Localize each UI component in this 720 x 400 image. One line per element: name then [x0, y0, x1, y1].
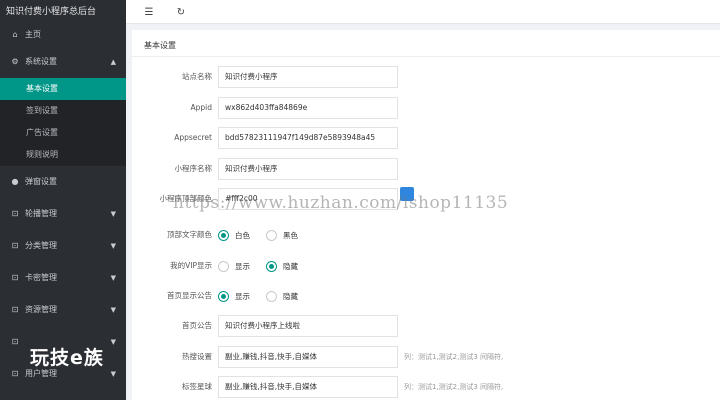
appid-input[interactable]: wx862d403ffa84869e [218, 97, 398, 119]
field-home-notice: 首页公告 知识付费小程序上线啦 [132, 315, 720, 337]
sidebar-item-label: 弹窗设置 [25, 177, 57, 186]
sidebar-item-carousel[interactable]: ⊡ 轮播管理 ▼ [0, 198, 126, 230]
submenu-system-settings: 基本设置 签到设置 广告设置 规则说明 [0, 78, 126, 166]
field-hot-search: 热搜设置 副业,赚钱,抖音,快手,自媒体 列：测试1,测试2,测试3 间隔符, [132, 346, 720, 368]
sidebar: 知识付费小程序总后台 ⌂ 主页 ⚙ 系统设置 ▲ 基本设置 签到设置 广告设置 … [0, 0, 126, 400]
radio-label: 白色 [235, 230, 250, 240]
watermark-logo: 玩技e族 [30, 347, 104, 369]
gear-icon: ⚙ [11, 57, 19, 66]
top-text-color-radio-group: 白色 黑色 [218, 224, 314, 246]
field-label: 首页公告 [182, 321, 212, 330]
chart-icon: ⊡ [11, 305, 19, 314]
radio-hide[interactable]: 隐藏 [266, 290, 298, 302]
radio-dot [266, 260, 277, 272]
sidebar-item-label: 分类管理 [25, 241, 57, 250]
radio-white[interactable]: 白色 [218, 229, 250, 241]
field-hint: 列：测试1,测试2,测试3 间隔符, [404, 383, 504, 391]
radio-label: 隐藏 [283, 261, 298, 271]
radio-dot [266, 290, 277, 302]
sidebar-subitem-checkin-settings[interactable]: 签到设置 [0, 100, 126, 122]
watermark-text: https://www.huzhan.com/ishop11135 [173, 193, 509, 213]
field-vip-display: 我的VIP显示 显示 隐藏 [132, 255, 720, 277]
chart-icon: ⊡ [11, 337, 19, 346]
sidebar-item-label: 主页 [25, 30, 41, 39]
radio-dot [218, 290, 229, 302]
sidebar-item-label: 轮播管理 [25, 209, 57, 218]
chart-icon: ⊡ [11, 209, 19, 218]
radio-dot [218, 260, 229, 272]
settings-panel: 基本设置 站点名称 知识付费小程序 Appid wx862d403ffa8486… [132, 30, 720, 400]
field-label: 我的VIP显示 [170, 261, 212, 270]
field-mini-name: 小程序名称 知识付费小程序 [132, 158, 720, 180]
radio-label: 黑色 [283, 230, 298, 240]
divider [132, 56, 720, 57]
mini-name-input[interactable]: 知识付费小程序 [218, 158, 398, 180]
field-tag-cloud: 标签星球 副业,赚钱,抖音,快手,自媒体 列：测试1,测试2,测试3 间隔符, [132, 376, 720, 398]
home-notice-display-radio-group: 显示 隐藏 [218, 285, 314, 307]
sidebar-item-category[interactable]: ⊡ 分类管理 ▼ [0, 230, 126, 262]
sidebar-subitem-basic-settings[interactable]: 基本设置 [0, 78, 126, 100]
menu-toggle-icon[interactable]: ☰ [142, 5, 156, 19]
sidebar-item-card-keys[interactable]: ⊡ 卡密管理 ▼ [0, 262, 126, 294]
field-top-text-color: 顶部文字颜色 白色 黑色 [132, 224, 720, 246]
chevron-down-icon: ▼ [110, 274, 116, 282]
sidebar-item-system-settings[interactable]: ⚙ 系统设置 ▲ [0, 46, 126, 78]
sidebar-item-label: 卡密管理 [25, 273, 57, 282]
radio-black[interactable]: 黑色 [266, 229, 298, 241]
radio-label: 隐藏 [283, 291, 298, 301]
field-label: Appid [190, 103, 213, 112]
field-label: 顶部文字颜色 [167, 230, 212, 239]
radio-dot [218, 229, 229, 241]
chart-icon: ⊡ [11, 273, 19, 282]
radio-show[interactable]: 显示 [218, 260, 250, 272]
field-home-notice-display: 首页显示公告 显示 隐藏 [132, 285, 720, 307]
sidebar-item-label: 系统设置 [25, 57, 57, 66]
chart-icon: ⊡ [11, 369, 19, 378]
chevron-down-icon: ▼ [110, 338, 116, 346]
dot-icon: ● [11, 177, 19, 186]
sidebar-item-resources[interactable]: ⊡ 资源管理 ▼ [0, 294, 126, 326]
field-appid: Appid wx862d403ffa84869e [132, 97, 720, 119]
field-site-name: 站点名称 知识付费小程序 [132, 66, 720, 88]
radio-label: 显示 [235, 291, 250, 301]
site-name-input[interactable]: 知识付费小程序 [218, 66, 398, 88]
sidebar-subitem-rules[interactable]: 规则说明 [0, 144, 126, 166]
home-notice-input[interactable]: 知识付费小程序上线啦 [218, 315, 398, 337]
chart-icon: ⊡ [11, 241, 19, 250]
field-label: 站点名称 [182, 72, 212, 81]
tag-cloud-input[interactable]: 副业,赚钱,抖音,快手,自媒体 [218, 376, 398, 398]
field-label: 标签星球 [182, 382, 212, 391]
sidebar-item-label: 资源管理 [25, 305, 57, 314]
radio-show[interactable]: 显示 [218, 290, 250, 302]
sidebar-item-popup-settings[interactable]: ● 弹窗设置 [0, 166, 126, 198]
home-icon: ⌂ [12, 30, 18, 39]
vip-display-radio-group: 显示 隐藏 [218, 255, 314, 277]
field-label: 热搜设置 [182, 352, 212, 361]
appsecret-input[interactable]: bdd57823111947f149d87e5893948a45 [218, 127, 398, 149]
chevron-down-icon: ▼ [110, 306, 116, 314]
sidebar-item-home[interactable]: ⌂ 主页 [0, 24, 126, 46]
field-hint: 列：测试1,测试2,测试3 间隔符, [404, 353, 504, 361]
field-appsecret: Appsecret bdd57823111947f149d87e5893948a… [132, 127, 720, 149]
refresh-icon[interactable]: ↻ [174, 5, 188, 19]
sidebar-subitem-ad-settings[interactable]: 广告设置 [0, 122, 126, 144]
chevron-down-icon: ▼ [110, 210, 116, 218]
field-label: 首页显示公告 [167, 291, 212, 300]
field-label: Appsecret [174, 133, 212, 142]
chevron-down-icon: ▼ [110, 370, 116, 378]
radio-label: 显示 [235, 261, 250, 271]
chevron-down-icon: ▼ [110, 242, 116, 250]
field-label: 小程序名称 [174, 164, 213, 173]
radio-hide[interactable]: 隐藏 [266, 260, 298, 272]
hot-search-input[interactable]: 副业,赚钱,抖音,快手,自媒体 [218, 346, 398, 368]
chevron-up-icon: ▲ [110, 58, 116, 66]
panel-title: 基本设置 [144, 41, 176, 50]
top-toolbar: ☰ ↻ [126, 0, 720, 24]
app-title: 知识付费小程序总后台 [0, 0, 126, 24]
radio-dot [266, 229, 277, 241]
